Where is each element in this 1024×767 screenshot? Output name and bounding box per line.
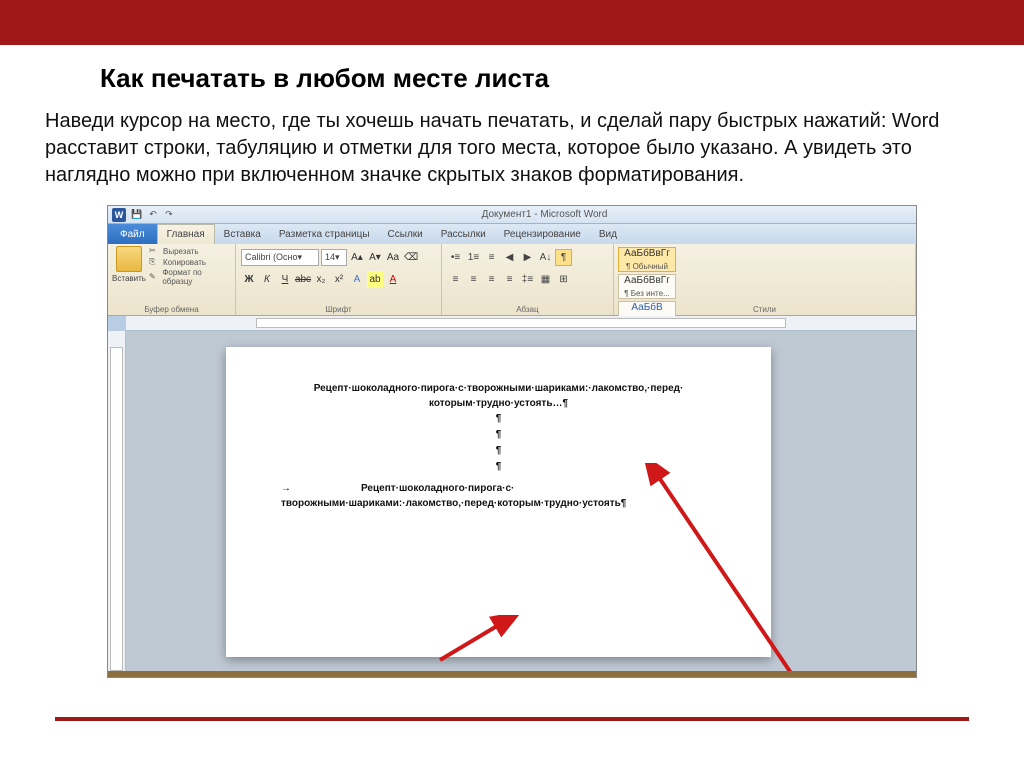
slide-title: Как печатать в любом месте листа [100, 63, 979, 94]
italic-button[interactable]: К [259, 271, 275, 288]
align-right-button[interactable]: ≡ [483, 271, 500, 288]
style-normal[interactable]: АаБбВвГг ¶ Обычный [618, 247, 676, 272]
horizontal-ruler[interactable] [126, 316, 916, 331]
tab-home[interactable]: Главная [157, 224, 215, 244]
clear-formatting-button[interactable]: ⌫ [403, 249, 419, 266]
word-screenshot: W 💾 ↶ ↷ Документ1 - Microsoft Word Файл … [107, 205, 917, 678]
line-spacing-button[interactable]: ‡≡ [519, 271, 536, 288]
font-group: Calibri (Осно ▾ 14 ▾ A▴ A▾ Aa ⌫ Ж К Ч ab… [236, 244, 442, 315]
cut-button[interactable]: ✂Вырезать [149, 246, 230, 256]
font-name-select[interactable]: Calibri (Осно ▾ [241, 249, 319, 266]
change-case-button[interactable]: Aa [385, 249, 401, 266]
tab-file[interactable]: Файл [108, 224, 157, 244]
copy-icon: ⎘ [149, 257, 161, 267]
paste-button[interactable]: Вставить [113, 246, 145, 296]
document-area: Рецепт·шоколадного·пирога·с·творожными·ш… [108, 331, 916, 671]
screenshot-bottom-bar [108, 671, 916, 677]
font-size-select[interactable]: 14 ▾ [321, 249, 347, 266]
highlight-button[interactable]: ab [367, 271, 383, 288]
scissors-icon: ✂ [149, 246, 161, 256]
save-icon[interactable]: 💾 [130, 208, 144, 222]
tab-insert[interactable]: Вставка [215, 224, 270, 244]
doc-pilcrow: ¶ [281, 427, 716, 443]
document-page[interactable]: Рецепт·шоколадного·пирога·с·творожными·ш… [226, 347, 771, 657]
superscript-button[interactable]: x² [331, 271, 347, 288]
tab-view[interactable]: Вид [590, 224, 626, 244]
styles-group: АаБбВвГг ¶ Обычный АаБбВвГг ¶ Без инте..… [614, 244, 916, 315]
screenshot-container: W 💾 ↶ ↷ Документ1 - Microsoft Word Файл … [45, 205, 979, 678]
borders-button[interactable]: ⊞ [555, 271, 572, 288]
paragraph-group: •≡ 1≡ ≡ ◀ ▶ A↓ ¶ ≡ ≡ ≡ ≡ ‡≡ ▦ [442, 244, 614, 315]
slide-description: Наведи курсор на место, где ты хочешь на… [45, 108, 979, 189]
underline-button[interactable]: Ч [277, 271, 293, 288]
copy-button[interactable]: ⎘Копировать [149, 257, 230, 267]
doc-text-line2: которым·трудно·устоять…¶ [281, 396, 716, 411]
subscript-button[interactable]: x₂ [313, 271, 329, 288]
decrease-indent-button[interactable]: ◀ [501, 249, 518, 266]
sort-button[interactable]: A↓ [537, 249, 554, 266]
numbering-button[interactable]: 1≡ [465, 249, 482, 266]
doc-pilcrow: ¶ [281, 459, 716, 475]
justify-button[interactable]: ≡ [501, 271, 518, 288]
ribbon-tabs: Файл Главная Вставка Разметка страницы С… [108, 224, 916, 244]
vertical-ruler[interactable] [108, 331, 126, 671]
align-center-button[interactable]: ≡ [465, 271, 482, 288]
paste-icon [116, 246, 142, 272]
doc-text-line1: Рецепт·шоколадного·пирога·с·творожными·ш… [281, 381, 716, 396]
show-hide-marks-button[interactable]: ¶ [555, 249, 572, 266]
tab-layout[interactable]: Разметка страницы [270, 224, 379, 244]
doc-pilcrow: ¶ [281, 443, 716, 459]
tab-mailings[interactable]: Рассылки [432, 224, 495, 244]
document-title: Документ1 - Microsoft Word [177, 209, 912, 220]
format-painter-button[interactable]: ✎Формат по образцу [149, 268, 230, 286]
top-red-bar [0, 0, 1024, 45]
text-effects-button[interactable]: A [349, 271, 365, 288]
doc-pilcrow: ¶ [281, 411, 716, 427]
paragraph-label: Абзац [442, 305, 613, 314]
ribbon: Вставить ✂Вырезать ⎘Копировать ✎Формат п… [108, 244, 916, 316]
word-titlebar: W 💾 ↶ ↷ Документ1 - Microsoft Word [108, 206, 916, 224]
tab-arrow-icon: → [281, 481, 361, 496]
bullets-button[interactable]: •≡ [447, 249, 464, 266]
paste-label: Вставить [112, 274, 146, 283]
styles-label: Стили [614, 305, 915, 314]
increase-indent-button[interactable]: ▶ [519, 249, 536, 266]
clipboard-group: Вставить ✂Вырезать ⎘Копировать ✎Формат п… [108, 244, 236, 315]
grow-font-button[interactable]: A▴ [349, 249, 365, 266]
style-no-spacing[interactable]: АаБбВвГг ¶ Без инте... [618, 274, 676, 299]
bold-button[interactable]: Ж [241, 271, 257, 288]
font-color-button[interactable]: A [385, 271, 401, 288]
doc-text-line3: →Рецепт·шоколадного·пирога·с· [281, 481, 716, 496]
undo-icon[interactable]: ↶ [146, 208, 160, 222]
shading-button[interactable]: ▦ [537, 271, 554, 288]
font-label: Шрифт [236, 305, 441, 314]
strike-button[interactable]: abc [295, 271, 311, 288]
clipboard-label: Буфер обмена [108, 305, 235, 314]
bottom-red-line [55, 717, 969, 721]
redo-icon[interactable]: ↷ [162, 208, 176, 222]
shrink-font-button[interactable]: A▾ [367, 249, 383, 266]
tab-review[interactable]: Рецензирование [495, 224, 590, 244]
word-app-icon: W [112, 208, 126, 222]
tab-references[interactable]: Ссылки [379, 224, 432, 244]
content-area: Как печатать в любом месте листа Наведи … [0, 45, 1024, 678]
multilevel-button[interactable]: ≡ [483, 249, 500, 266]
doc-text-line4: творожными·шариками:·лакомство,·перед·ко… [281, 496, 716, 511]
align-left-button[interactable]: ≡ [447, 271, 464, 288]
brush-icon: ✎ [149, 272, 160, 282]
